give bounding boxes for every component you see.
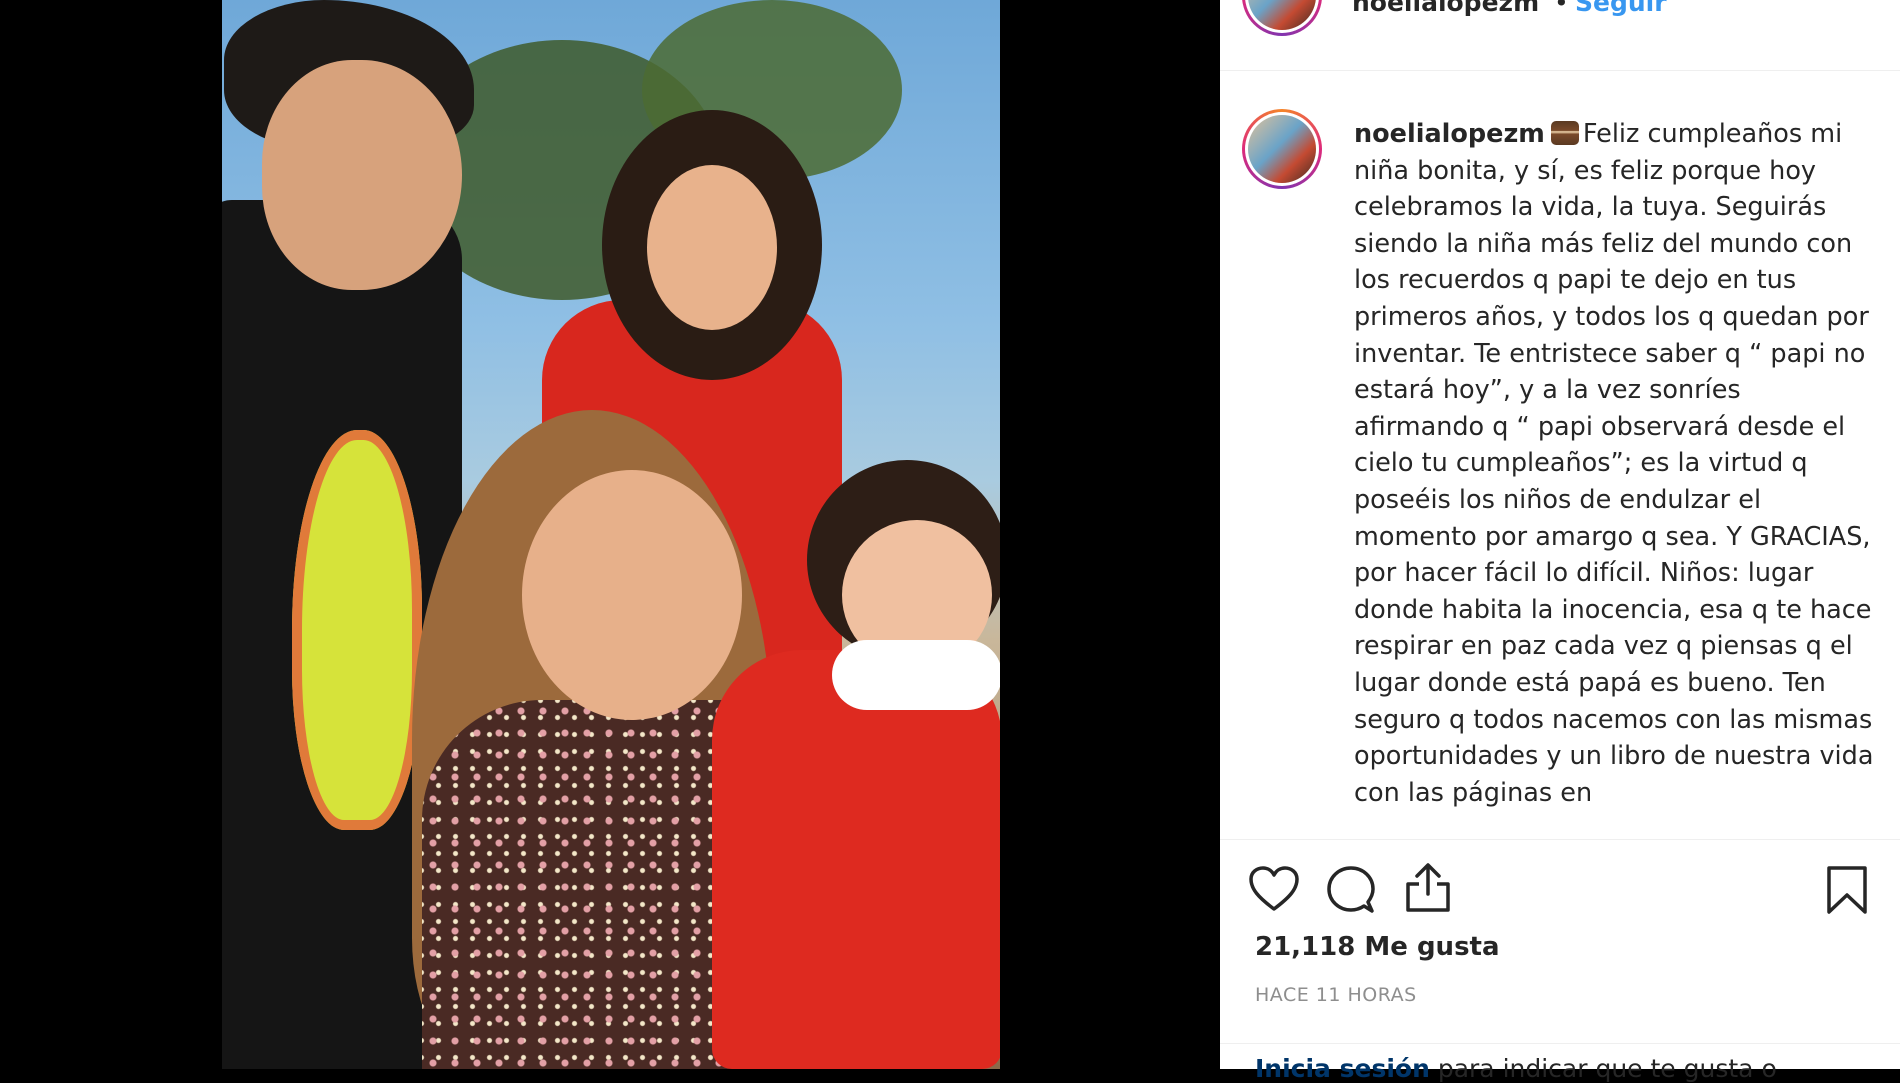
baby-figure — [712, 650, 1000, 1069]
caption-avatar[interactable] — [1242, 109, 1322, 189]
bookmark-icon[interactable] — [1825, 865, 1869, 915]
post-actions: 21,118 Me gusta HACE 11 HORAS Inicia ses… — [1220, 839, 1900, 1083]
baby-collar — [832, 640, 1000, 710]
woman-face — [522, 470, 742, 720]
likes-count[interactable]: 21,118 Me gusta — [1255, 932, 1500, 962]
post-header: noelialopezm • Seguir — [1220, 0, 1900, 71]
caption: noelialopezm Feliz cumpleaños mi niña bon… — [1354, 116, 1876, 811]
heart-icon[interactable] — [1248, 865, 1300, 913]
post-photo[interactable] — [222, 0, 1000, 1069]
avatar-image — [1248, 0, 1316, 30]
man-face — [262, 60, 462, 290]
avatar-image — [1248, 115, 1316, 183]
caption-text: Feliz cumpleaños mi niña bonita, y sí, e… — [1354, 119, 1874, 808]
divider — [1220, 1043, 1900, 1044]
header-avatar[interactable] — [1242, 0, 1322, 36]
header-separator: • — [1554, 0, 1569, 17]
header-username[interactable]: noelialopezm — [1352, 0, 1539, 17]
post-side-panel: noelialopezm • Seguir noelialopezm Feliz … — [1220, 0, 1900, 1083]
follow-button[interactable]: Seguir — [1575, 0, 1667, 17]
share-icon[interactable] — [1403, 862, 1453, 914]
post-timestamp[interactable]: HACE 11 HORAS — [1255, 984, 1417, 1006]
caption-username[interactable]: noelialopezm — [1354, 119, 1545, 149]
shirt-skull-print — [292, 430, 422, 830]
photo-area — [0, 0, 1220, 1069]
girl-face — [647, 165, 777, 330]
comment-icon[interactable] — [1325, 864, 1377, 916]
comments-area[interactable]: noelialopezm Feliz cumpleaños mi niña bon… — [1220, 71, 1900, 839]
birthday-cake-icon — [1550, 121, 1579, 145]
